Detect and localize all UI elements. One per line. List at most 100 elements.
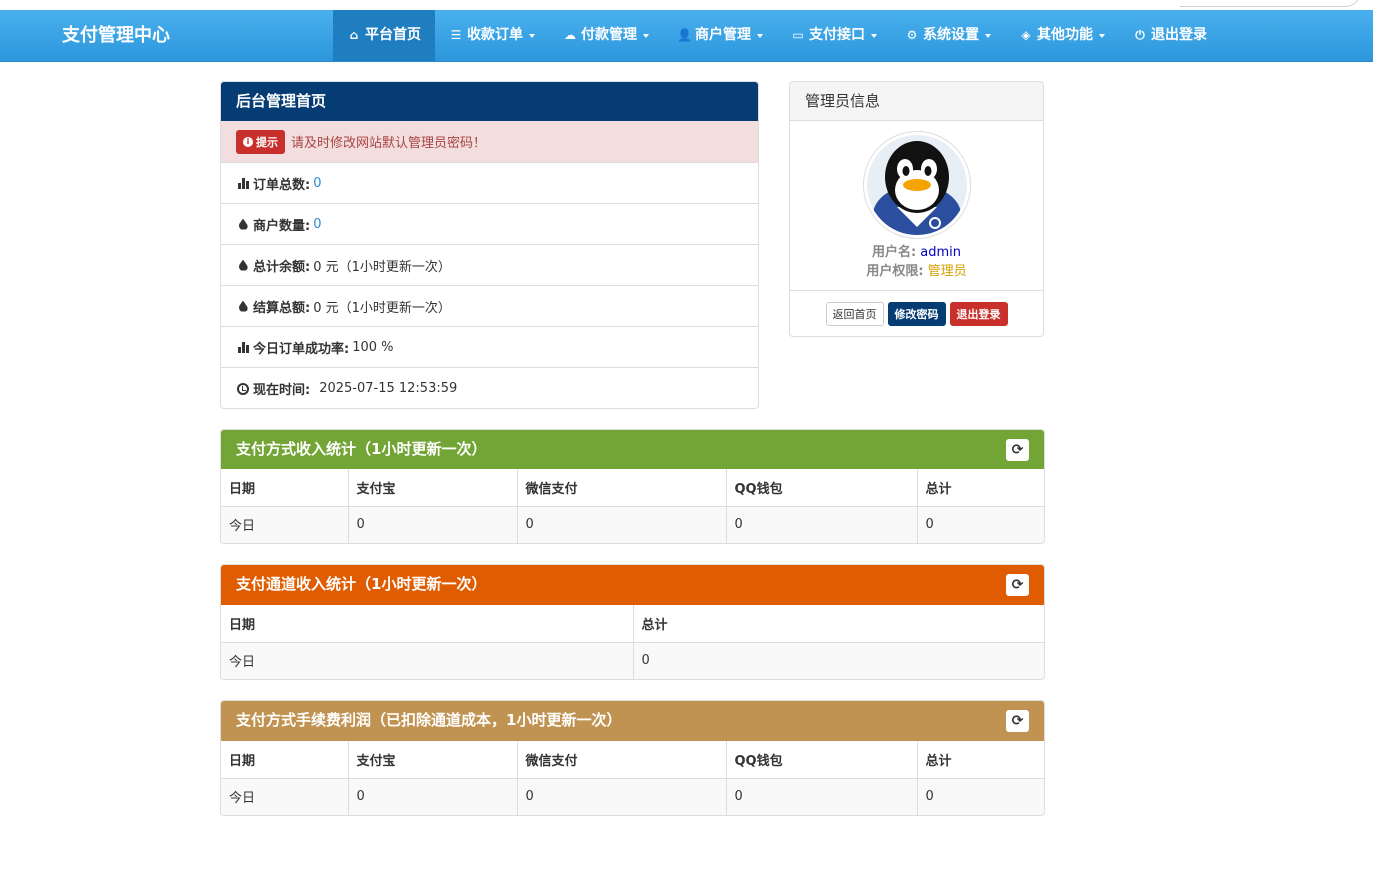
- refresh-icon[interactable]: ⟳: [1006, 439, 1029, 461]
- nav-item-label: 商户管理: [695, 27, 751, 43]
- info-label: 结算总额:: [253, 300, 311, 316]
- info-value: 0 元（1小时更新一次）: [313, 300, 451, 316]
- table-cell: 今日: [221, 778, 349, 815]
- logout-button[interactable]: 退出登录: [949, 302, 1008, 326]
- table-row: 今日 0: [221, 642, 1044, 679]
- stat-panel-1: 支付通道收入统计（1小时更新一次） ⟳ 日期 总计 今日 0: [220, 564, 1045, 680]
- nav-item-label: 付款管理: [581, 27, 637, 43]
- column-header: 日期: [221, 469, 349, 507]
- column-header: 总计: [633, 605, 1044, 643]
- tip-badge: i 提示: [236, 129, 285, 154]
- column-header: 日期: [221, 741, 349, 779]
- return-home-button[interactable]: 返回首页: [825, 302, 884, 326]
- table-cell: 0: [348, 506, 518, 543]
- drop-icon: [236, 259, 250, 271]
- nav-item-1[interactable]: ☰ 收款订单: [435, 10, 549, 61]
- table-row: 今日 0 0 0 0: [221, 506, 1044, 543]
- info-row: 结算总额: 0 元（1小时更新一次）: [221, 286, 758, 327]
- info-row: 今日订单成功率: 100 %: [221, 327, 758, 368]
- qq-penguin-icon: [866, 135, 967, 238]
- table-cell: 0: [517, 778, 727, 815]
- nav-item-label: 系统设置: [923, 27, 979, 43]
- table-cell: 0: [726, 506, 918, 543]
- credit-card-icon: ▭: [792, 28, 804, 42]
- info-row: 现在时间: 2025-07-15 12:53:59: [221, 368, 758, 408]
- top-navbar: 支付管理中心 ⌂ 平台首页 ☰ 收款订单 ☁ 付款管理 👤 商户管理 ▭ 支付接口 ⚙ 系统设置 ◈ 其他…: [0, 10, 1373, 62]
- info-value: 100 %: [352, 339, 394, 355]
- role-value: 管理员: [927, 264, 967, 279]
- avatar: [862, 131, 971, 239]
- table-cell: 0: [633, 642, 1044, 679]
- bar-chart-icon: [236, 177, 250, 189]
- main-nav: ⌂ 平台首页 ☰ 收款订单 ☁ 付款管理 👤 商户管理 ▭ 支付接口 ⚙ 系统设置 ◈ 其他功能 ⏻ 退出登录: [333, 10, 1221, 61]
- clock-icon: [236, 382, 250, 395]
- table-cell: 0: [917, 506, 1044, 543]
- info-row: 总计余额: 0 元（1小时更新一次）: [221, 245, 758, 286]
- drop-icon: [236, 300, 250, 312]
- nav-item-7[interactable]: ⏻ 退出登录: [1119, 10, 1221, 61]
- stat-panel-title: 支付方式收入统计（1小时更新一次）: [236, 440, 487, 458]
- stat-panel-title: 支付方式手续费利润（已扣除通道成本，1小时更新一次）: [236, 711, 622, 729]
- column-header: 微信支付: [517, 469, 727, 507]
- change-password-button[interactable]: 修改密码: [887, 302, 946, 326]
- info-label: 总计余额:: [253, 259, 311, 275]
- caret-down-icon: [871, 33, 877, 38]
- admin-info-panel: 管理员信息 用户名: admin 用户权限: 管理员 返回首页 修改密码 退出登…: [789, 81, 1044, 337]
- caret-down-icon: [985, 33, 991, 38]
- nav-item-3[interactable]: 👤 商户管理: [663, 10, 777, 61]
- user-icon: 👤: [677, 28, 692, 42]
- column-header: 总计: [917, 469, 1044, 507]
- info-label: 现在时间:: [253, 383, 311, 398]
- nav-item-0[interactable]: ⌂ 平台首页: [333, 10, 435, 61]
- nav-item-2[interactable]: ☁ 付款管理: [549, 10, 663, 61]
- stat-panel-0: 支付方式收入统计（1小时更新一次） ⟳ 日期 支付宝 微信支付 QQ钱包 总计 今日 0 0 0 0: [220, 429, 1045, 544]
- alert-text: 请及时修改网站默认管理员密码！: [291, 136, 487, 151]
- caret-down-icon: [757, 33, 763, 38]
- info-icon: i: [243, 136, 253, 147]
- stat-panel-2: 支付方式手续费利润（已扣除通道成本，1小时更新一次） ⟳ 日期 支付宝 微信支付 QQ钱包…: [220, 700, 1045, 816]
- table-cell: 0: [917, 778, 1044, 815]
- home-icon: ⌂: [349, 28, 359, 42]
- admin-panel-title: 管理员信息: [790, 82, 1043, 121]
- info-row: 商户数量: 0: [221, 204, 758, 245]
- info-value[interactable]: 0: [313, 217, 321, 232]
- power-icon: ⏻: [1135, 28, 1145, 42]
- nav-item-5[interactable]: ⚙ 系统设置: [891, 10, 1005, 61]
- username-value: admin: [920, 245, 962, 260]
- column-header: 总计: [917, 741, 1044, 779]
- stat-table: 日期 支付宝 微信支付 QQ钱包 总计 今日 0 0 0 0: [221, 741, 1044, 815]
- list-icon: ☰: [450, 28, 462, 42]
- gear-icon: ⚙: [906, 28, 918, 42]
- browser-top-strip: [0, 0, 1373, 10]
- column-header: QQ钱包: [726, 741, 918, 779]
- caret-down-icon: [643, 33, 649, 38]
- dashboard-panel: 后台管理首页 i 提示 请及时修改网站默认管理员密码！ 订单总数: 0 商户数量: 0 总…: [220, 81, 759, 409]
- table-cell: 0: [517, 506, 727, 543]
- caret-down-icon: [1099, 33, 1105, 38]
- drop-icon: [236, 218, 250, 230]
- column-header: 支付宝: [348, 469, 518, 507]
- column-header: 日期: [221, 605, 634, 643]
- info-label: 订单总数:: [253, 177, 311, 193]
- stat-panel-title: 支付通道收入统计（1小时更新一次）: [236, 575, 487, 593]
- nav-item-label: 退出登录: [1151, 27, 1207, 43]
- stat-table: 日期 支付宝 微信支付 QQ钱包 总计 今日 0 0 0 0: [221, 469, 1044, 543]
- table-row: 今日 0 0 0 0: [221, 778, 1044, 815]
- column-header: QQ钱包: [726, 469, 918, 507]
- refresh-icon[interactable]: ⟳: [1006, 574, 1029, 596]
- refresh-icon[interactable]: ⟳: [1006, 710, 1029, 732]
- panel-title: 后台管理首页: [221, 82, 758, 121]
- stat-table: 日期 总计 今日 0: [221, 605, 1044, 679]
- cube-icon: ◈: [1021, 28, 1031, 42]
- nav-item-label: 支付接口: [809, 27, 865, 43]
- password-alert: i 提示 请及时修改网站默认管理员密码！: [221, 121, 758, 163]
- nav-item-6[interactable]: ◈ 其他功能: [1005, 10, 1119, 61]
- nav-item-4[interactable]: ▭ 支付接口: [777, 10, 891, 61]
- table-cell: 0: [348, 778, 518, 815]
- brand-title[interactable]: 支付管理中心: [62, 10, 170, 61]
- table-cell: 今日: [221, 642, 634, 679]
- info-value[interactable]: 0: [313, 176, 321, 191]
- info-label: 商户数量:: [253, 218, 311, 234]
- cloud-icon: ☁: [564, 28, 576, 42]
- column-header: 微信支付: [517, 741, 727, 779]
